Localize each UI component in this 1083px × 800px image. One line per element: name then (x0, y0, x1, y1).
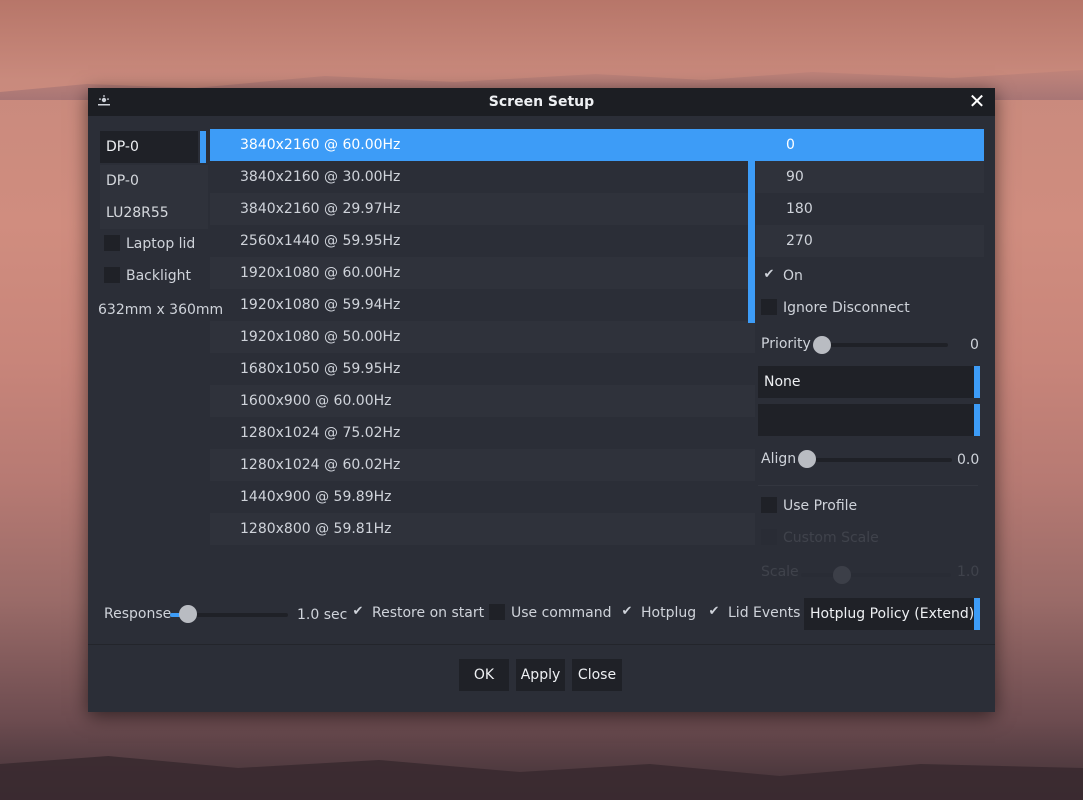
titlebar: Screen Setup ✕ (88, 88, 995, 116)
dropdown-indicator (974, 598, 980, 630)
custom-scale-checkbox: Custom Scale (761, 526, 879, 550)
scale-row: Scale 1.0 (761, 564, 981, 588)
mode-item[interactable]: 1280x800 @ 59.81Hz (210, 513, 755, 545)
dropdown-indicator (974, 404, 980, 436)
scale-slider-handle (833, 566, 851, 584)
response-slider-handle[interactable] (179, 605, 197, 623)
use-profile-checkbox[interactable]: Use Profile (761, 494, 857, 518)
priority-label: Priority (761, 336, 811, 352)
align-slider-handle[interactable] (798, 450, 816, 468)
mode-item[interactable]: 1600x900 @ 60.00Hz (210, 385, 755, 417)
checkbox-box (104, 267, 120, 283)
checkbox-box (489, 604, 505, 620)
align-slider[interactable] (800, 458, 952, 462)
hotplug-label: Hotplug (641, 605, 697, 621)
window-title: Screen Setup (488, 94, 595, 110)
checkbox-box (104, 235, 120, 251)
check-icon: ✔ (708, 604, 720, 619)
check-icon: ✔ (352, 604, 364, 619)
use-profile-label: Use Profile (783, 498, 858, 514)
mode-item[interactable]: 1920x1080 @ 50.00Hz (210, 321, 755, 353)
align-label: Align (761, 451, 797, 467)
physical-size: 632mm x 360mm (98, 302, 224, 318)
mode-item[interactable]: 3840x2160 @ 30.00Hz (210, 161, 755, 193)
hotplug-policy-value: Hotplug Policy (Extend) (810, 606, 975, 622)
scale-value: 1.0 (957, 564, 980, 580)
dropdown-indicator (974, 366, 980, 398)
modes-scrollbar[interactable] (748, 161, 755, 323)
secondary-dropdown[interactable] (758, 404, 980, 436)
hotplug-policy-dropdown[interactable]: Hotplug Policy (Extend) (804, 598, 980, 630)
on-checkbox[interactable]: ✔ On (761, 264, 803, 288)
mode-item[interactable]: 3840x2160 @ 29.97Hz (210, 193, 755, 225)
priority-value: 0 (970, 337, 979, 353)
mode-item[interactable]: 1280x1024 @ 60.02Hz (210, 449, 755, 481)
rotation-item-selected[interactable]: 0 (756, 129, 984, 161)
use-command-checkbox[interactable]: Use command (489, 601, 611, 625)
output-item-selected[interactable]: DP-0 (100, 131, 198, 163)
check-icon: ✔ (621, 604, 633, 619)
dropdown-value: None (764, 374, 801, 390)
priority-slider[interactable] (818, 343, 948, 347)
scale-slider (801, 573, 951, 577)
screen-setup-dialog: Screen Setup ✕ DP-0 DP-0 LU28R55 Laptop … (88, 88, 995, 712)
priority-slider-handle[interactable] (813, 336, 831, 354)
custom-scale-label: Custom Scale (783, 530, 879, 546)
lid-events-checkbox[interactable]: ✔ Lid Events (706, 601, 801, 625)
background-foreground (0, 756, 1083, 800)
mode-item[interactable]: 2560x1440 @ 59.95Hz (210, 225, 755, 257)
backlight-label: Backlight (126, 268, 192, 284)
align-value: 0.0 (957, 452, 980, 468)
restore-on-start-label: Restore on start (372, 605, 485, 621)
apply-button[interactable]: Apply (516, 659, 565, 691)
mode-item[interactable]: 1680x1050 @ 59.95Hz (210, 353, 755, 385)
output-item[interactable]: LU28R55 (100, 197, 208, 229)
relative-output-dropdown[interactable]: None (758, 366, 980, 398)
close-icon[interactable]: ✕ (967, 91, 987, 111)
rotation-item[interactable]: 270 (756, 225, 984, 257)
laptop-lid-checkbox[interactable]: Laptop lid (104, 232, 195, 256)
rotation-item[interactable]: 180 (756, 193, 984, 225)
response-value: 1.0 sec (297, 607, 348, 623)
checkbox-box (761, 529, 777, 545)
on-label: On (783, 268, 803, 284)
mode-item[interactable]: 1920x1080 @ 59.94Hz (210, 289, 755, 321)
restore-on-start-checkbox[interactable]: ✔ Restore on start (350, 601, 485, 625)
divider (758, 485, 978, 486)
mode-item[interactable]: 1280x1024 @ 75.02Hz (210, 417, 755, 449)
ok-button[interactable]: OK (459, 659, 509, 691)
lid-events-label: Lid Events (728, 605, 801, 621)
checkbox-box (761, 497, 777, 513)
scale-label: Scale (761, 564, 799, 580)
outputs-scrollbar[interactable] (200, 131, 206, 163)
backlight-checkbox[interactable]: Backlight (104, 264, 191, 288)
hotplug-checkbox[interactable]: ✔ Hotplug (619, 601, 697, 625)
laptop-lid-label: Laptop lid (126, 236, 196, 252)
rotation-item[interactable]: 90 (756, 161, 984, 193)
mode-item[interactable]: 1920x1080 @ 60.00Hz (210, 257, 755, 289)
ignore-disconnect-label: Ignore Disconnect (783, 300, 910, 316)
ignore-disconnect-checkbox[interactable]: Ignore Disconnect (761, 296, 910, 320)
check-icon: ✔ (763, 267, 775, 282)
close-button[interactable]: Close (572, 659, 622, 691)
output-item[interactable]: DP-0 (100, 165, 208, 197)
mode-item[interactable]: 1440x900 @ 59.89Hz (210, 481, 755, 513)
divider (88, 644, 995, 645)
use-command-label: Use command (511, 605, 612, 621)
checkbox-box (761, 299, 777, 315)
response-label: Response (104, 606, 172, 622)
